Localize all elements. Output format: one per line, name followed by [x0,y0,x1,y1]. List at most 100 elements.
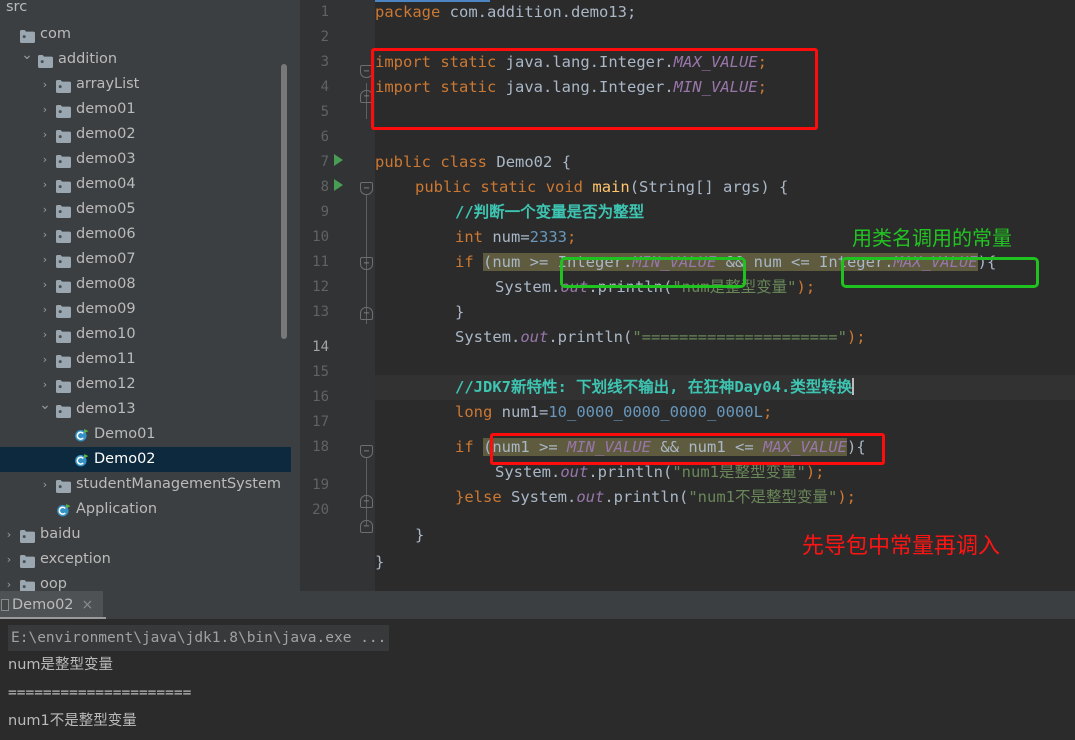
tree-item-demo10[interactable]: › demo10 [0,322,291,347]
editor-gutter[interactable]: 1 2 3 4 5 6 7 8 9 10 11 12 13 14 15 16 17 18 19 20 − − − − … [300,0,375,591]
tree-item-demo02[interactable]: › demo02 [0,122,291,147]
chevron-right-icon[interactable]: › [2,522,16,547]
import-path: java.lang.Integer. [496,53,674,71]
tree-item-demo01[interactable]: Demo01 [0,422,291,447]
fold-marker-if[interactable]: − [360,257,373,270]
fold-marker-import-end[interactable]: − [360,90,373,103]
gutter-line-number: 9 [320,204,329,220]
chevron-down-icon[interactable]: ⌄ [38,393,52,418]
tree-item-application[interactable]: Application [0,497,291,522]
println-call: .println( [588,278,673,296]
console-tab-run-icon [1,599,9,611]
fold-marker-method[interactable]: − [360,182,373,195]
num-value: 2333 [529,228,567,246]
code-line-14: //JDK7新特性: 下划线不输出, 在狂神Day04.类型转换 [375,375,854,400]
chevron-right-icon[interactable]: › [38,197,52,222]
sidebar-editor-divider[interactable] [291,0,300,591]
tree-item-label: demo11 [76,351,136,367]
tree-item-demo07[interactable]: › demo07 [0,247,291,272]
code-text-area[interactable]: package com.addition.demo13; import stat… [371,0,1075,591]
console-command-line: E:\environment\java\jdk1.8\bin\java.exe … [8,625,390,651]
println-call: .println( [588,463,673,481]
println-call: .println( [548,328,633,346]
integer-qualifier: Integer. [557,253,633,271]
chevron-right-icon[interactable]: › [38,272,52,297]
chevron-right-icon[interactable]: › [38,122,52,147]
fold-marker-method-end[interactable]: − [360,520,373,533]
system-prefix: System. [495,463,561,481]
gutter-line-number: 15 [312,364,329,380]
console-tab-demo02[interactable]: Demo02 × [0,591,104,619]
chevron-right-icon[interactable]: › [38,472,52,497]
tree-item-label: studentManagementSystem [76,476,282,492]
run-method-arrow-icon[interactable] [334,179,343,191]
tree-item-exception[interactable]: › exception [0,547,291,572]
ide-window: src com ⌄ addition › arrayList › demo01 › demo02… [0,0,1075,740]
tree-item-demo03[interactable]: › demo03 [0,147,291,172]
tree-item-demo01[interactable]: › demo01 [0,97,291,122]
string-num1-notint: "num1不是整型变量" [688,488,838,506]
brace-close: } [455,303,465,321]
tree-item-demo04[interactable]: › demo04 [0,172,291,197]
console-output-lines: E:\environment\java\jdk1.8\bin\java.exe … [4,625,1075,737]
chevron-right-icon[interactable]: › [38,247,52,272]
fold-marker-import[interactable]: − [360,65,373,78]
chevron-right-icon[interactable]: › [38,147,52,172]
gutter-line-number: 13 [312,304,329,320]
tree-item-oop[interactable]: › oop [0,572,291,591]
code-editor[interactable]: 1 2 3 4 5 6 7 8 9 10 11 12 13 14 15 16 17 18 19 20 − − − − … [300,0,1075,591]
close-paren-semi: ); [805,463,825,481]
main-params: (String[] args) { [629,178,789,196]
tree-item-demo09[interactable]: › demo09 [0,297,291,322]
tree-item-demo05[interactable]: › demo05 [0,197,291,222]
tree-item-demo11[interactable]: › demo11 [0,347,291,372]
fold-marker-if2-end[interactable]: − [360,495,373,508]
gutter-line-number: 19 [312,477,329,493]
run-class-arrow-icon[interactable] [334,154,343,166]
chevron-right-icon[interactable]: › [2,572,16,591]
tree-item-addition[interactable]: ⌄ addition [0,47,291,72]
tree-item-label: demo06 [76,226,136,242]
project-tree-panel[interactable]: src com ⌄ addition › arrayList › demo01 › demo02… [0,0,291,591]
println-call: .println( [604,488,689,506]
const-max-value: MAX_VALUE [673,53,758,71]
chevron-right-icon[interactable]: › [38,172,52,197]
num1-decl: num1= [492,403,549,421]
chevron-right-icon[interactable]: › [38,347,52,372]
class-name: Demo02 [496,153,553,171]
kw-import: import [375,78,431,96]
chevron-right-icon[interactable]: › [38,97,52,122]
chevron-right-icon[interactable]: › [38,322,52,347]
fold-marker-if-end[interactable]: − [360,307,373,320]
import-path: java.lang.Integer. [496,78,674,96]
out-field: out [560,463,589,481]
tree-item-arraylist[interactable]: › arrayList [0,72,291,97]
chevron-right-icon[interactable]: › [38,297,52,322]
cond2-mid: && num1 <= [651,438,763,456]
tree-item-studentmanagementsystem[interactable]: › studentManagementSystem [0,472,291,497]
console-tab-bar[interactable]: Demo02 × [0,591,1075,619]
chevron-right-icon[interactable]: › [38,222,52,247]
gutter-line-number: 2 [320,29,329,45]
console-output[interactable]: E:\environment\java\jdk1.8\bin\java.exe … [0,619,1075,740]
run-console-panel[interactable]: Demo02 × E:\environment\java\jdk1.8\bin\j… [0,591,1075,740]
tree-item-baidu[interactable]: › baidu [0,522,291,547]
kw-class: class [440,153,488,171]
tree-item-demo06[interactable]: › demo06 [0,222,291,247]
close-paren-semi: ); [837,488,856,506]
chevron-right-icon[interactable]: › [38,72,52,97]
close-icon[interactable]: × [82,597,94,613]
tree-item-demo08[interactable]: › demo08 [0,272,291,297]
string-num1-int: "num1是整型变量" [672,463,806,481]
comment-line-8: //判断一个变量是否为整型 [455,203,645,221]
tree-item-com[interactable]: com [0,22,291,47]
tree-item-demo13[interactable]: ⌄ demo13 [0,397,291,422]
code-line-3: import static java.lang.Integer.MAX_VALU… [375,50,767,75]
fold-marker-if2[interactable]: − [360,445,373,458]
tree-item-demo02[interactable]: Demo02 [0,447,291,472]
sidebar-vertical-scrollbar[interactable] [281,64,287,339]
chevron-down-icon[interactable]: ⌄ [20,43,34,68]
kw-static: static [480,178,537,196]
chevron-right-icon[interactable]: › [2,547,16,572]
console-tab-label: Demo02 [12,597,74,613]
